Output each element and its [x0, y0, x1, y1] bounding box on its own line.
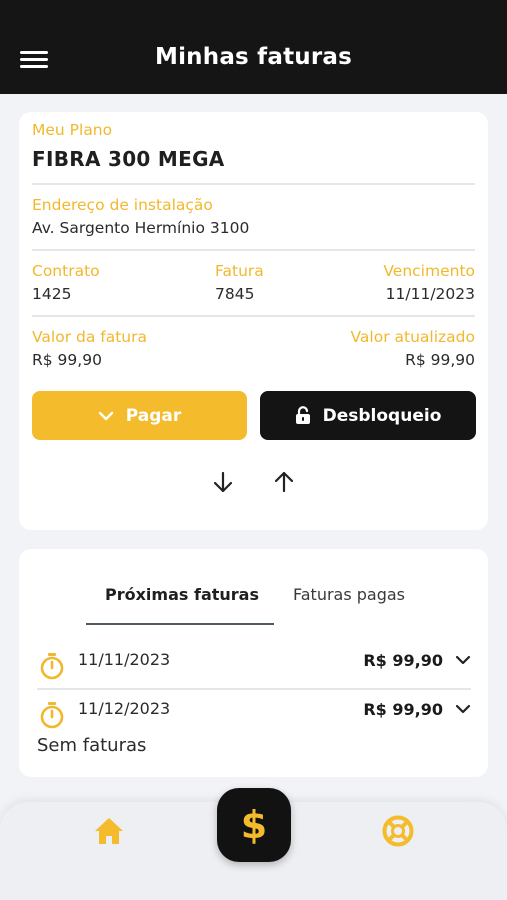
chevron-down-icon[interactable]	[455, 655, 471, 665]
row-divider	[37, 688, 471, 690]
invoice-row[interactable]: 11/11/2023 R$ 99,90	[37, 646, 477, 686]
chevron-down-icon[interactable]	[455, 704, 471, 714]
lifebuoy-icon[interactable]	[381, 814, 415, 848]
tab-upcoming-invoices[interactable]: Próximas faturas	[105, 585, 259, 604]
contract-label: Contrato	[32, 262, 100, 280]
due-value: 11/11/2023	[385, 285, 475, 303]
divider	[32, 249, 475, 251]
invoices-card: Próximas faturas Faturas pagas 11/11/202…	[19, 549, 488, 777]
invoice-label: Fatura	[215, 262, 264, 280]
empty-state-text: Sem faturas	[37, 735, 147, 756]
invoice-amount: R$ 99,90	[363, 700, 443, 719]
arrow-down-icon[interactable]	[210, 469, 236, 495]
app-header: Minhas faturas	[0, 0, 507, 94]
invoice-date: 11/12/2023	[78, 699, 171, 718]
invoices-nav-button[interactable]: $	[217, 788, 291, 862]
plan-name: FIBRA 300 MEGA	[32, 147, 225, 171]
stopwatch-icon	[40, 653, 64, 680]
pay-button[interactable]: Pagar	[32, 391, 247, 440]
invoice-value: 7845	[215, 285, 255, 303]
unlock-button[interactable]: Desbloqueio	[260, 391, 476, 440]
plan-label: Meu Plano	[32, 121, 113, 139]
invoice-date: 11/11/2023	[78, 650, 171, 669]
divider	[32, 183, 475, 185]
stopwatch-icon	[40, 702, 64, 729]
address-label: Endereço de instalação	[32, 196, 213, 214]
divider	[32, 315, 475, 317]
invoice-amount: R$ 99,90	[363, 651, 443, 670]
tab-paid-invoices[interactable]: Faturas pagas	[293, 585, 405, 604]
chevron-down-icon	[98, 411, 113, 420]
unlock-button-label: Desbloqueio	[322, 405, 442, 426]
home-icon[interactable]	[92, 814, 126, 848]
dollar-icon: $	[240, 803, 268, 847]
contract-value: 1425	[32, 285, 72, 303]
unlock-icon	[295, 406, 310, 424]
plan-card: Meu Plano FIBRA 300 MEGA Endereço de ins…	[19, 112, 488, 530]
active-tab-indicator	[86, 623, 274, 625]
arrow-up-icon[interactable]	[271, 469, 297, 495]
page-title: Minhas faturas	[155, 44, 352, 70]
invoice-row[interactable]: 11/12/2023 R$ 99,90	[37, 695, 477, 735]
address-value: Av. Sargento Hermínio 3100	[32, 219, 250, 237]
updated-amount-value: R$ 99,90	[405, 351, 475, 369]
amount-label: Valor da fatura	[32, 328, 147, 346]
updated-amount-label: Valor atualizado	[350, 328, 475, 346]
amount-value: R$ 99,90	[32, 351, 102, 369]
due-label: Vencimento	[383, 262, 475, 280]
pay-button-label: Pagar	[125, 405, 182, 426]
